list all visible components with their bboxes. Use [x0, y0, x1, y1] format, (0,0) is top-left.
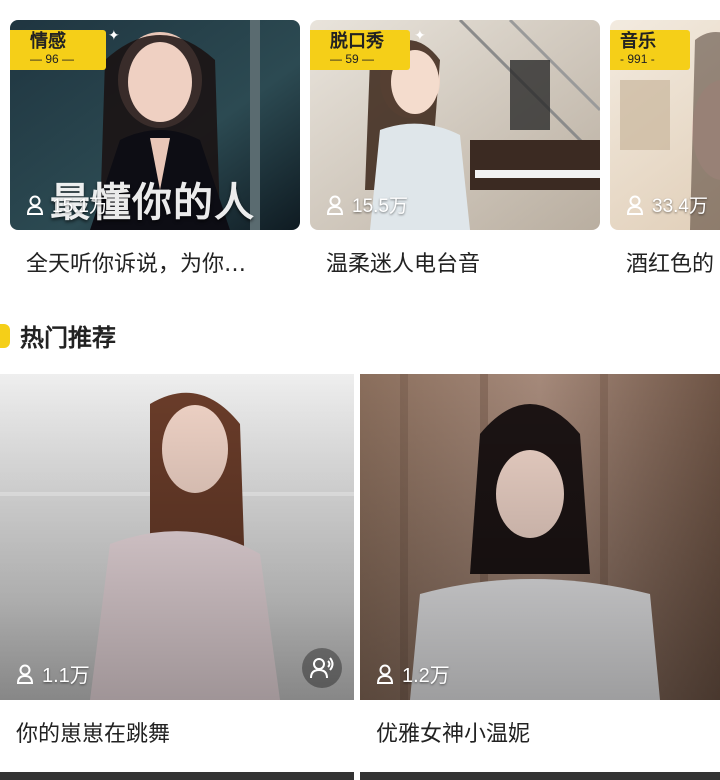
section-header: 热门推荐	[0, 300, 720, 370]
page: 情感 — 96 — ✦ 最懂你的人 15.1万 全天听你诉说，为你… 脱口秀 —…	[0, 0, 720, 780]
category-tag: 情感 — 96 —	[10, 30, 106, 70]
carousel-card-title[interactable]: 温柔迷人电台音	[326, 246, 480, 278]
view-count-value: 33.4万	[652, 196, 708, 217]
category-tag-label: 音乐	[620, 31, 656, 51]
recommend-thumbnail[interactable]: 1.2万	[360, 374, 720, 700]
view-count: 1.1万	[16, 659, 90, 688]
category-tag-count: — 96 —	[30, 52, 75, 66]
recommend-card-title[interactable]: 优雅女神小温妮	[376, 716, 530, 748]
category-tag-count: - 991 -	[620, 52, 655, 66]
view-count-value: 1.2万	[402, 665, 450, 687]
carousel-thumbnail[interactable]: 情感 — 96 — ✦ 最懂你的人 15.1万	[10, 20, 300, 230]
view-count-value: 15.1万	[52, 196, 108, 217]
category-carousel[interactable]: 情感 — 96 — ✦ 最懂你的人 15.1万 全天听你诉说，为你… 脱口秀 —…	[0, 0, 720, 290]
thumbnail-image	[360, 374, 720, 700]
view-count: 15.1万	[26, 191, 108, 218]
section-accent-bar	[0, 324, 10, 348]
view-count-value: 1.1万	[42, 665, 90, 687]
recommend-thumbnail[interactable]: 1.1万	[0, 374, 354, 700]
user-icon	[326, 195, 344, 215]
user-icon	[26, 195, 44, 215]
carousel-card-2[interactable]: 脱口秀 — 59 — ✦ 15.5万 温柔迷人电台音	[310, 20, 600, 278]
thumbnail-image	[0, 374, 354, 700]
view-count-value: 15.5万	[352, 196, 408, 217]
tag-count-value: 991	[627, 52, 648, 66]
mic-icon	[310, 657, 334, 679]
grid-gutter	[354, 772, 360, 780]
carousel-card-title[interactable]: 酒红色的	[626, 246, 714, 278]
tag-count-value: 59	[345, 52, 359, 66]
sparkle-icon: ✦	[108, 28, 120, 44]
category-tag-label: 情感	[30, 31, 66, 51]
category-tag: 音乐 - 991 -	[610, 30, 690, 70]
view-count: 1.2万	[376, 659, 450, 688]
tag-count-value: 96	[45, 52, 59, 66]
user-icon	[626, 195, 644, 215]
category-tag: 脱口秀 — 59 —	[310, 30, 410, 70]
mic-button[interactable]	[302, 648, 342, 688]
user-icon	[376, 664, 394, 684]
carousel-thumbnail[interactable]: 音乐 - 991 - 33.4万	[610, 20, 720, 230]
category-tag-count: — 59 —	[330, 52, 375, 66]
carousel-card-1[interactable]: 情感 — 96 — ✦ 最懂你的人 15.1万 全天听你诉说，为你…	[10, 20, 300, 278]
sparkle-icon: ✦	[414, 28, 426, 44]
section-title: 热门推荐	[20, 324, 116, 352]
carousel-thumbnail[interactable]: 脱口秀 — 59 — ✦ 15.5万	[310, 20, 600, 230]
recommend-card-2[interactable]: 1.2万 优雅女神小温妮	[360, 374, 720, 780]
recommend-card-1[interactable]: 1.1万 你的崽崽在跳舞	[0, 374, 354, 780]
user-icon	[16, 664, 34, 684]
view-count: 15.5万	[326, 191, 408, 218]
carousel-card-3[interactable]: 音乐 - 991 - 33.4万 酒红色的	[610, 20, 720, 278]
carousel-card-title[interactable]: 全天听你诉说，为你…	[26, 246, 246, 278]
recommend-card-title[interactable]: 你的崽崽在跳舞	[16, 716, 170, 748]
view-count: 33.4万	[626, 191, 708, 218]
next-row-peek	[0, 772, 720, 780]
category-tag-label: 脱口秀	[330, 31, 384, 51]
